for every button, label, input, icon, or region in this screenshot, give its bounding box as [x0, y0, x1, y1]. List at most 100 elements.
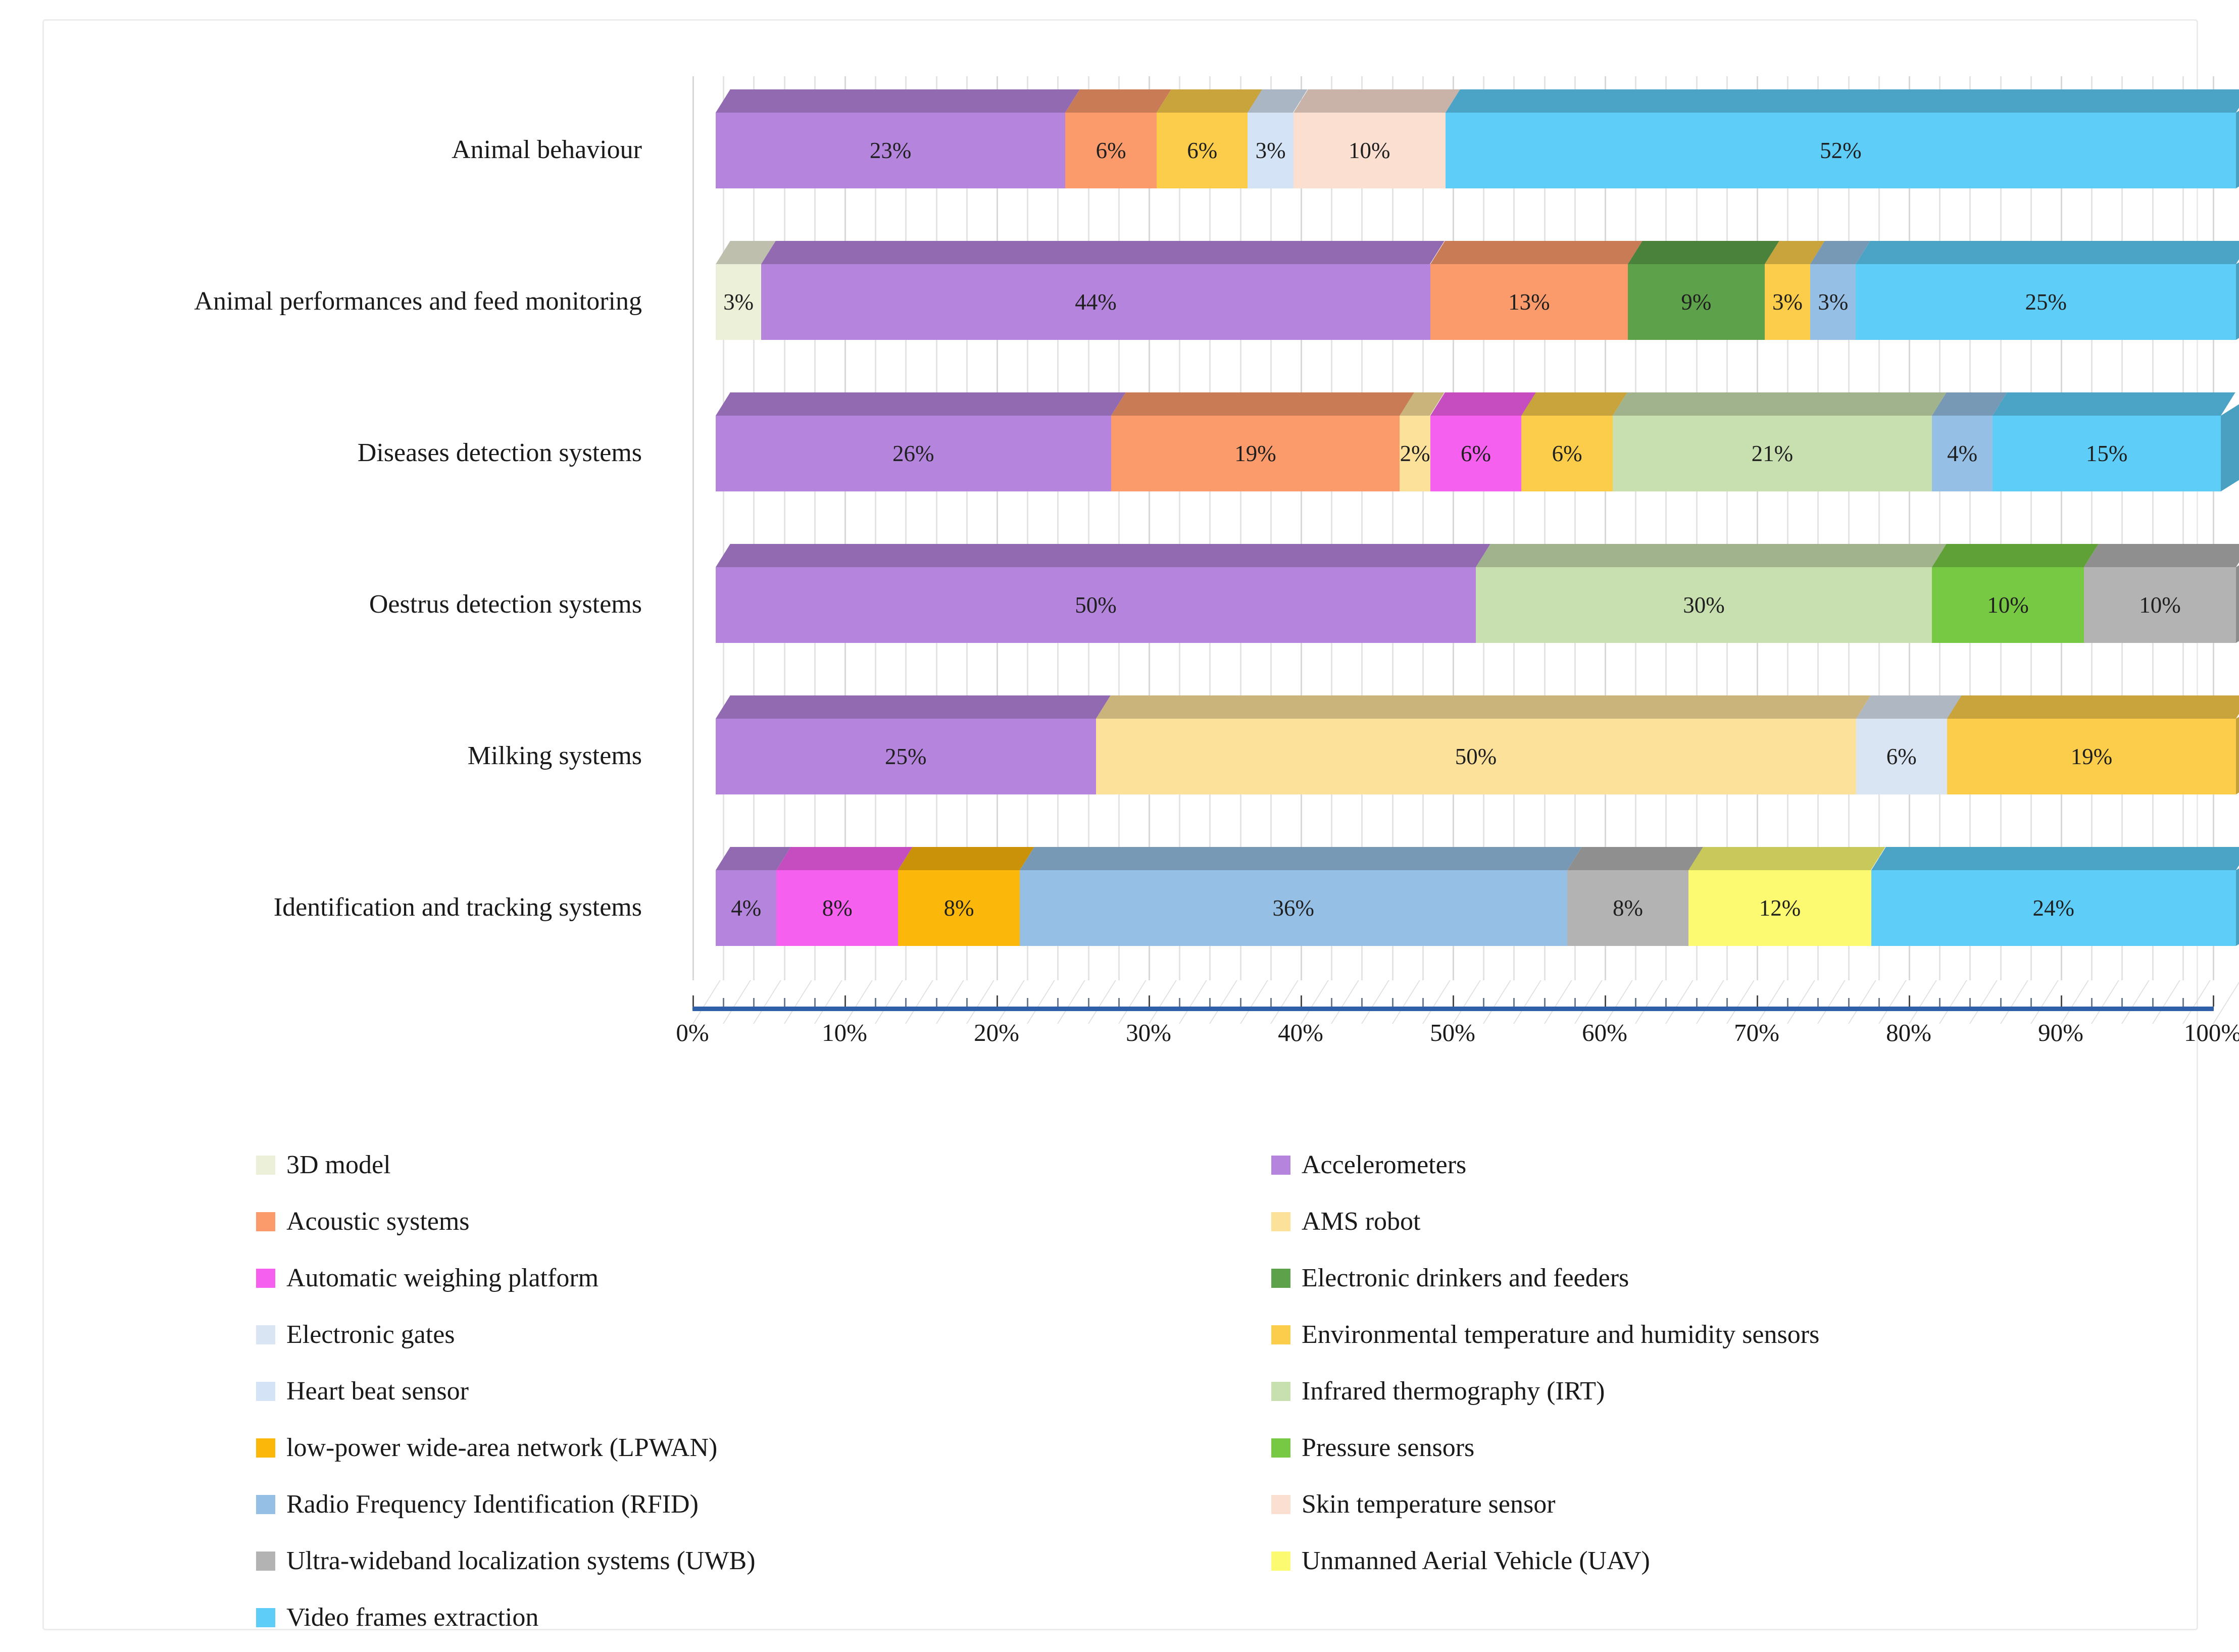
x-axis-tick	[966, 998, 968, 1007]
bar-segment[interactable]: 10%	[1932, 544, 2099, 643]
bar-segment[interactable]: 25%	[716, 695, 1111, 794]
legend-item[interactable]: Video frames extraction	[256, 1589, 1216, 1646]
bar-segment-label: 13%	[1508, 289, 1550, 315]
bar-segment[interactable]: 8%	[1567, 847, 1704, 946]
bar-segment[interactable]: 15%	[1993, 392, 2235, 491]
bar-segment[interactable]: 6%	[1156, 89, 1263, 188]
bar-segment-top	[716, 695, 1111, 719]
x-axis-tick	[1483, 998, 1485, 1007]
bar-segment[interactable]: 36%	[1019, 847, 1582, 946]
bar-segment[interactable]: 6%	[1856, 695, 1962, 794]
legend-item[interactable]: Radio Frequency Identification (RFID)	[256, 1476, 1216, 1533]
bar-segment-label: 26%	[892, 441, 934, 466]
floor-perspective-line	[1118, 980, 1147, 1024]
x-axis-tick	[692, 995, 694, 1007]
bar-segment[interactable]: 8%	[898, 847, 1034, 946]
legend-item[interactable]: Pressure sensors	[1271, 1420, 2180, 1476]
x-axis-tick	[1848, 998, 1850, 1007]
legend-item[interactable]: Electronic gates	[256, 1307, 1216, 1363]
legend-item[interactable]: Skin temperature sensor	[1271, 1476, 2180, 1533]
bar-segment[interactable]: 10%	[1293, 89, 1460, 188]
bar-segment[interactable]: 19%	[1947, 695, 2239, 794]
bar-segment-label: 19%	[2070, 744, 2113, 769]
bar-segment-label: 3%	[723, 289, 754, 315]
legend-swatch-icon	[1271, 1495, 1290, 1514]
bar-segment[interactable]: 8%	[776, 847, 913, 946]
bar-segment-label: 10%	[1987, 592, 2029, 618]
bar-segment[interactable]: 26%	[716, 392, 1126, 491]
gridline	[1422, 76, 1424, 980]
bar-segment[interactable]: 23%	[716, 89, 1080, 188]
legend-item[interactable]: Automatic weighing platform	[256, 1250, 1216, 1307]
bar-segment[interactable]: 24%	[1871, 847, 2239, 946]
x-axis-tick	[1087, 998, 1089, 1007]
x-axis-tick	[1209, 998, 1211, 1007]
x-axis-tick-label: 50%	[1430, 1019, 1475, 1046]
bar-segment[interactable]: 13%	[1430, 241, 1643, 340]
bar-segment[interactable]: 19%	[1111, 392, 1415, 491]
legend-item[interactable]: low-power wide-area network (LPWAN)	[256, 1420, 1216, 1476]
bar-segment[interactable]: 6%	[1521, 392, 1627, 491]
legend-label: Acoustic systems	[286, 1207, 470, 1236]
legend-label: Heart beat sensor	[286, 1377, 469, 1406]
x-axis-line	[692, 1007, 2214, 1011]
legend-swatch-icon	[256, 1495, 275, 1514]
gridline	[1909, 76, 1910, 980]
bar-segment-top	[776, 847, 913, 870]
bar-segment[interactable]: 10%	[2084, 544, 2239, 643]
bar-segment-label: 25%	[885, 744, 927, 769]
x-axis-tick	[1574, 998, 1576, 1007]
bar-segment[interactable]: 3%	[716, 241, 776, 340]
floor-perspective-line	[1605, 980, 1633, 1024]
bar-segment[interactable]: 3%	[1810, 241, 1871, 340]
floor-perspective-line	[1209, 980, 1238, 1024]
gridline	[814, 76, 816, 980]
legend-label: AMS robot	[1302, 1207, 1421, 1236]
bar-segment[interactable]: 21%	[1612, 392, 1947, 491]
bar-segment[interactable]: 6%	[1430, 392, 1536, 491]
bar-segment[interactable]: 9%	[1627, 241, 1779, 340]
legend-swatch-icon	[256, 1269, 275, 1288]
legend-item[interactable]: Electronic drinkers and feeders	[1271, 1250, 2180, 1307]
x-axis-tick	[875, 998, 877, 1007]
bar-segment[interactable]: 4%	[716, 847, 791, 946]
gridline	[783, 76, 785, 980]
bar-segment[interactable]: 12%	[1688, 847, 1886, 946]
bar-segment[interactable]: 25%	[1856, 241, 2239, 340]
bar-segment[interactable]: 4%	[1931, 392, 2008, 491]
legend-item[interactable]: Acoustic systems	[256, 1193, 1216, 1250]
stacked-bar: 4% 8% 8% 36% 8% 12% 24%	[716, 847, 2239, 946]
legend-item[interactable]: Unmanned Aerial Vehicle (UAV)	[1271, 1533, 2180, 1589]
floor-perspective-line	[1726, 980, 1755, 1024]
legend-label: Environmental temperature and humidity s…	[1302, 1320, 1820, 1349]
bar-segment[interactable]: 3%	[1248, 89, 1308, 188]
legend-label: Automatic weighing platform	[286, 1264, 599, 1292]
bar-segment[interactable]: 2%	[1400, 392, 1445, 491]
legend-item[interactable]: AMS robot	[1271, 1193, 2180, 1250]
x-axis-tick-label: 10%	[822, 1019, 867, 1046]
bar-segment[interactable]: 3%	[1764, 241, 1825, 340]
bar-segment[interactable]: 30%	[1476, 544, 1947, 643]
bar-segment[interactable]: 50%	[716, 544, 1490, 643]
bar-segment[interactable]: 44%	[761, 241, 1445, 340]
legend-item[interactable]: Heart beat sensor	[256, 1363, 1216, 1420]
legend-item[interactable]: Accelerometers	[1271, 1137, 2180, 1193]
floor-perspective-line	[997, 980, 1025, 1024]
bar-segment[interactable]: 52%	[1445, 89, 2239, 188]
legend-swatch-icon	[1271, 1382, 1290, 1401]
x-axis-tick	[905, 998, 907, 1007]
legend-item[interactable]: Environmental temperature and humidity s…	[1271, 1307, 2180, 1363]
legend-label: Accelerometers	[1302, 1150, 1467, 1179]
legend-item[interactable]: Ultra-wideband localization systems (UWB…	[256, 1533, 1216, 1589]
floor-perspective-line	[1270, 980, 1299, 1024]
bar-segment-top	[1521, 392, 1627, 416]
stacked-bar: 3% 44% 13% 9% 3% 3% 25%	[716, 241, 2239, 340]
bar-segment[interactable]: 6%	[1065, 89, 1171, 188]
floor-perspective-line	[2182, 980, 2211, 1024]
legend-item[interactable]: Infrared thermography (IRT)	[1271, 1363, 2180, 1420]
legend-item[interactable]: 3D model	[256, 1137, 1216, 1193]
bar-segment-top	[1612, 392, 1947, 416]
chart-legend: 3D model Acoustic systems Automatic weighi…	[44, 1137, 2200, 1631]
x-axis-tick	[1422, 998, 1424, 1007]
bar-segment[interactable]: 50%	[1096, 695, 1871, 794]
